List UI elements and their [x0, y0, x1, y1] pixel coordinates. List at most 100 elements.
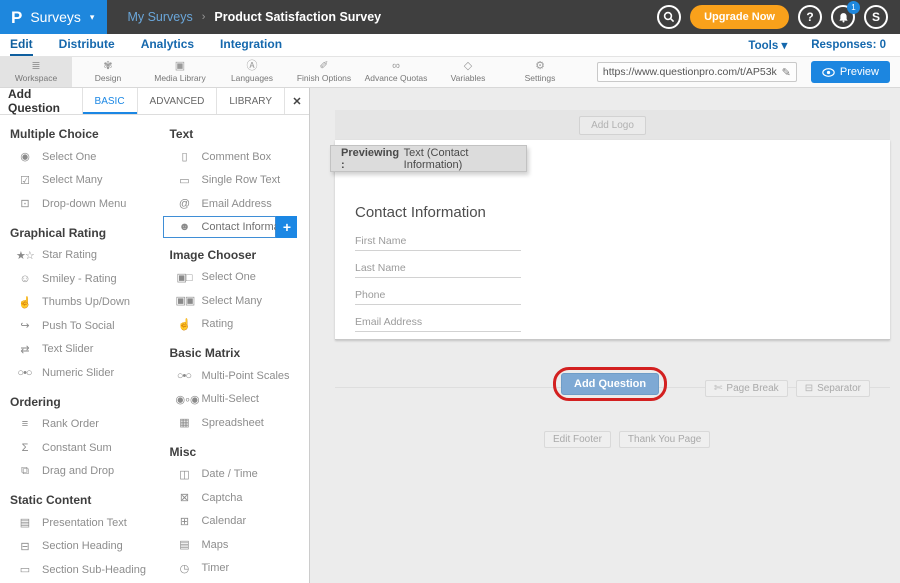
question-type-select-one[interactable]: ▣□Select One [159, 266, 309, 290]
question-type-select-many[interactable]: ▣▣Select Many [159, 289, 309, 313]
toolbar-design[interactable]: ✾Design [72, 57, 144, 87]
responses-count[interactable]: Responses: 0 [811, 39, 886, 51]
question-type-single-row-text[interactable]: ▭Single Row Text [159, 169, 309, 193]
page-break-icon: ✄ [714, 383, 722, 394]
page-break-button[interactable]: ✄ Page Break [705, 380, 788, 397]
search-icon [663, 11, 675, 23]
question-type-drag-and-drop[interactable]: ⧉Drag and Drop [0, 460, 159, 484]
survey-canvas: Add Logo Contact Information First Name L… [310, 88, 900, 583]
toolbar-workspace[interactable]: ≣Workspace [0, 57, 72, 87]
question-type-captcha[interactable]: ⊠Captcha [159, 486, 309, 510]
question-type-text-slider[interactable]: ⇄ Text Slider [0, 338, 159, 362]
nav-tab-integration[interactable]: Integration [220, 34, 282, 56]
add-logo-button[interactable]: Add Logo [579, 116, 646, 135]
question-type-comment-box[interactable]: ▯Comment Box [159, 145, 309, 169]
question-type-label: Select One [201, 271, 255, 283]
nav-tab-edit[interactable]: Edit [10, 34, 33, 56]
question-type-presentation-text[interactable]: ▤Presentation Text [0, 511, 159, 535]
toolbar-advance-quotas[interactable]: ∞Advance Quotas [360, 57, 432, 87]
toolbar-finish-options[interactable]: ✐Finish Options [288, 57, 360, 87]
preview-button[interactable]: Preview [811, 61, 890, 83]
question-type-contact-information[interactable]: ☻Contact Information [163, 216, 276, 238]
toolbar-media-library[interactable]: ▣Media Library [144, 57, 216, 87]
question-type-timer[interactable]: ◷Timer [159, 557, 309, 581]
question-type-label: Single Row Text [201, 174, 280, 186]
question-type-label: Date / Time [201, 468, 257, 480]
tools-menu[interactable]: Tools ▾ [748, 38, 787, 52]
form-field-phone[interactable]: Phone [355, 289, 521, 305]
separator-button[interactable]: ⊟ Separator [796, 380, 870, 397]
form-field-email-address[interactable]: Email Address [355, 316, 521, 332]
drop-down-menu-icon: ⊡ [16, 197, 33, 210]
text-slider-icon: ⇄ [16, 343, 33, 356]
question-type-select-many[interactable]: ☑Select Many [0, 169, 159, 193]
question-type-select-one[interactable]: ◉ Select One [0, 145, 159, 169]
question-title: Contact Information [355, 204, 521, 221]
section-heading-ordering: Ordering [0, 391, 159, 413]
question-type-star-rating[interactable]: ★☆Star Rating [0, 244, 159, 268]
close-panel-button[interactable]: ✕ [284, 88, 309, 114]
question-type-label: Push To Social [42, 320, 115, 332]
survey-nav-right: Tools ▾ Responses: 0 [748, 38, 886, 52]
upgrade-now-button[interactable]: Upgrade Now [690, 5, 789, 29]
question-type-constant-sum[interactable]: ΣConstant Sum [0, 436, 159, 460]
question-type-email-address[interactable]: @Email Address [159, 192, 309, 216]
question-type-section-heading[interactable]: ⊟Section Heading [0, 535, 159, 559]
question-type-label: Thumbs Up/Down [42, 296, 130, 308]
select-one-icon: ◉ [16, 150, 33, 163]
add-question-button[interactable]: Add Question [561, 373, 659, 395]
question-type-label: Section Sub-Heading [42, 564, 146, 576]
question-type-label: Text Slider [42, 343, 93, 355]
edit-footer-button[interactable]: Edit Footer [544, 431, 611, 448]
question-type-multi-select[interactable]: ◉∘◉Multi-Select [159, 388, 309, 412]
question-type-numeric-slider[interactable]: ○•○Numeric Slider [0, 361, 159, 385]
contact-form-fields: First Name Last Name Phone Email Address [355, 235, 521, 332]
nav-tab-analytics[interactable]: Analytics [141, 34, 194, 56]
search-button[interactable] [657, 5, 681, 29]
star-rating-icon: ★☆ [16, 249, 33, 262]
question-type-push-to-social[interactable]: ↪Push To Social [0, 314, 159, 338]
help-button[interactable]: ? [798, 5, 822, 29]
page-title: Product Satisfaction Survey [214, 10, 381, 24]
section-heading-text: Text [159, 123, 309, 145]
tab-advanced[interactable]: ADVANCED [137, 88, 217, 114]
surveys-app-menu[interactable]: P Surveys ▾ [0, 0, 107, 34]
question-type-drop-down-menu[interactable]: ⊡Drop-down Menu [0, 192, 159, 216]
user-avatar[interactable]: S [864, 5, 888, 29]
question-type-rating[interactable]: ☝Rating [159, 313, 309, 337]
thank-you-page-button[interactable]: Thank You Page [619, 431, 710, 448]
toolbar-items: ≣Workspace✾Design▣Media LibraryⒶLanguage… [0, 57, 576, 87]
question-type-calendar[interactable]: ⊞Calendar [159, 510, 309, 534]
edit-url-icon[interactable]: ✎ [782, 66, 796, 79]
question-type-smiley-rating[interactable]: ☺Smiley - Rating [0, 267, 159, 291]
tab-basic[interactable]: BASIC [82, 88, 137, 114]
nav-tab-distribute[interactable]: Distribute [59, 34, 115, 56]
form-field-first-name[interactable]: First Name [355, 235, 521, 251]
breadcrumb-my-surveys[interactable]: My Surveys [127, 10, 192, 24]
notifications-button[interactable]: 1 [831, 5, 855, 29]
toolbar-languages[interactable]: ⒶLanguages [216, 57, 288, 87]
question-type-thumbs-up-down[interactable]: ☝Thumbs Up/Down [0, 291, 159, 315]
toolbar-settings[interactable]: ⚙Settings [504, 57, 576, 87]
rank-order-icon: ≡ [16, 418, 33, 430]
toolbar-variables[interactable]: ◇Variables [432, 57, 504, 87]
tab-library[interactable]: LIBRARY [216, 88, 284, 114]
section-heading-icon: ⊟ [16, 540, 33, 553]
question-type-date-time[interactable]: ◫Date / Time [159, 463, 309, 487]
survey-url-input[interactable] [598, 66, 782, 78]
question-type-label: Select One [42, 151, 96, 163]
form-field-last-name[interactable]: Last Name [355, 262, 521, 278]
presentation-text-icon: ▤ [16, 516, 33, 529]
surveys-menu-label: Surveys [30, 9, 81, 25]
add-selected-question-button[interactable]: + [276, 216, 297, 238]
question-type-multi-point-scales[interactable]: ○•○Multi-Point Scales [159, 364, 309, 388]
question-type-section-sub-heading[interactable]: ▭ Section Sub-Heading [0, 558, 159, 582]
questionpro-logo-icon: P [11, 9, 22, 26]
survey-nav-tabs: Edit Distribute Analytics Integration [10, 34, 282, 56]
question-type-maps[interactable]: ▤Maps [159, 533, 309, 557]
question-type-spreadsheet[interactable]: ▦Spreadsheet [159, 411, 309, 435]
calendar-icon: ⊞ [175, 515, 192, 528]
section-sub-heading-icon: ▭ [16, 563, 33, 576]
question-type-rank-order[interactable]: ≡Rank Order [0, 413, 159, 437]
chevron-down-icon: ▾ [90, 12, 95, 23]
